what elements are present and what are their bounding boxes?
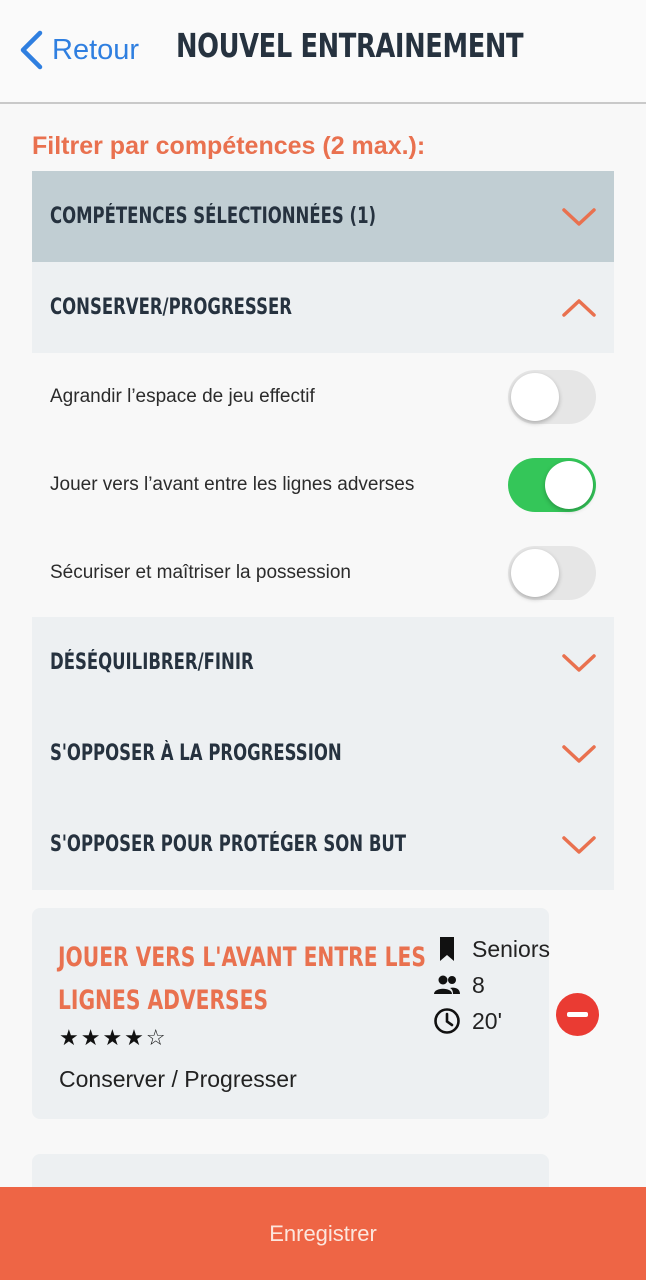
meta-players: 8 [432, 968, 485, 1002]
skill-toggle-agrandir[interactable] [508, 370, 596, 424]
chevron-down-icon [562, 207, 596, 226]
chevron-down-icon [562, 744, 596, 763]
toggle-knob [511, 373, 559, 421]
filter-label: Filtrer par compétences (2 max.): [32, 132, 426, 160]
toggle-knob [511, 549, 559, 597]
skill-label: Sécuriser et maîtriser la possession [50, 562, 351, 583]
chevron-up-icon [562, 298, 596, 317]
exercise-level: Seniors [472, 935, 550, 962]
exercise-title: JOUER VERS L'AVANT ENTRE LES LIGNES ADVE… [58, 942, 426, 1016]
toggle-knob [545, 461, 593, 509]
star-rating: ★★★★☆ [59, 1026, 168, 1051]
section-label: S'OPPOSER POUR PROTÉGER SON BUT [50, 832, 407, 857]
remove-exercise-button[interactable] [556, 993, 599, 1036]
skill-toggle-securiser[interactable] [508, 546, 596, 600]
chevron-down-icon [562, 653, 596, 672]
meta-duration: 20' [432, 1004, 502, 1038]
section-opposer-proteger-but[interactable]: S'OPPOSER POUR PROTÉGER SON BUT [32, 799, 614, 890]
back-button[interactable]: Retour [18, 28, 139, 72]
clock-icon [434, 1008, 460, 1034]
chevron-down-icon [562, 835, 596, 854]
section-label: COMPÉTENCES SÉLECTIONNÉES (1) [50, 204, 377, 229]
group-icon [434, 975, 460, 994]
page-title: NOUVEL ENTRAINEMENT [176, 26, 524, 65]
section-opposer-progression[interactable]: S'OPPOSER À LA PROGRESSION [32, 708, 614, 799]
skill-row-securiser: Sécuriser et maîtriser la possession [32, 529, 614, 617]
exercise-players: 8 [472, 971, 485, 998]
back-label: Retour [52, 33, 140, 66]
skill-row-agrandir: Agrandir l’espace de jeu effectif [32, 353, 614, 441]
skill-row-jouer-vers-avant: Jouer vers l’avant entre les lignes adve… [32, 441, 614, 529]
exercise-category: Conserver / Progresser [59, 1066, 297, 1092]
skill-toggle-jouer-vers-avant[interactable] [508, 458, 596, 512]
meta-level: Seniors [432, 932, 550, 966]
section-label: S'OPPOSER À LA PROGRESSION [50, 741, 342, 766]
section-desequilibrer-finir[interactable]: DÉSÉQUILIBRER/FINIR [32, 617, 614, 708]
exercise-duration: 20' [472, 1007, 502, 1034]
chevron-left-icon [20, 30, 43, 70]
section-conserver-progresser[interactable]: CONSERVER/PROGRESSER [32, 262, 614, 353]
skill-label: Agrandir l’espace de jeu effectif [50, 386, 315, 407]
bookmark-icon [440, 937, 454, 961]
save-button[interactable]: Enregistrer [0, 1187, 646, 1280]
skill-label: Jouer vers l’avant entre les lignes adve… [50, 474, 415, 495]
section-selected-skills[interactable]: COMPÉTENCES SÉLECTIONNÉES (1) [32, 171, 614, 262]
section-label: CONSERVER/PROGRESSER [50, 295, 292, 320]
exercise-card[interactable]: JOUER VERS L'AVANT ENTRE LES LIGNES ADVE… [32, 908, 550, 1119]
save-label: Enregistrer [269, 1220, 377, 1246]
section-label: DÉSÉQUILIBRER/FINIR [50, 650, 254, 675]
nav-header: Retour NOUVEL ENTRAINEMENT [0, 0, 646, 104]
